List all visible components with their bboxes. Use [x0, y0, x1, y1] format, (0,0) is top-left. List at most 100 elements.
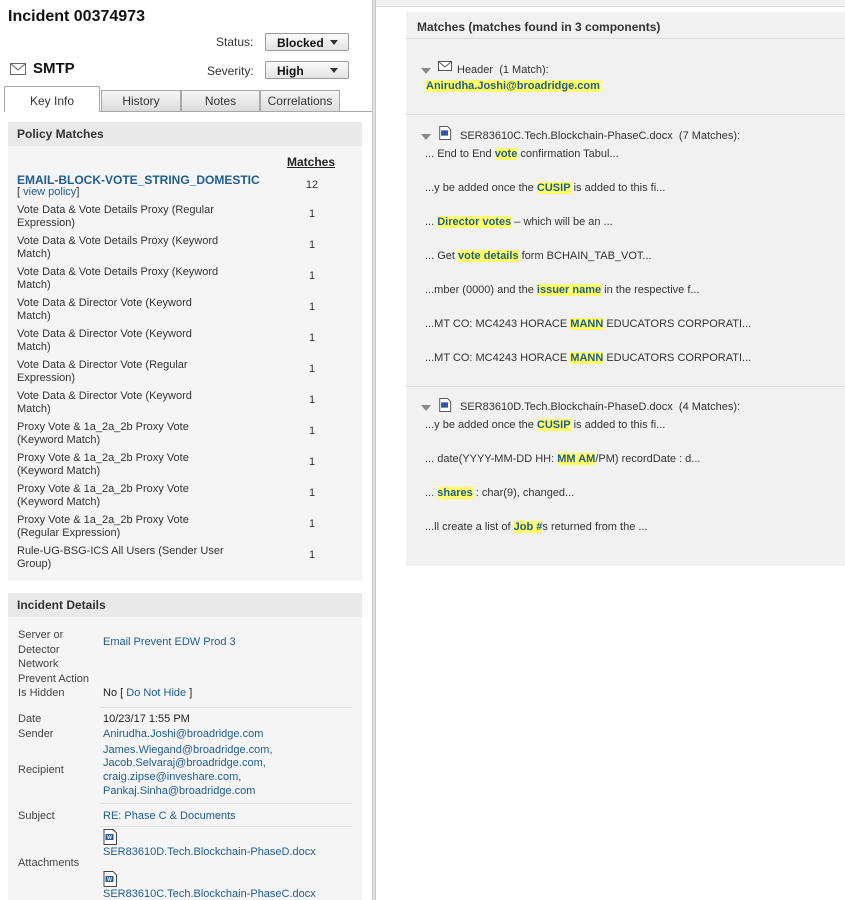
file-d-component-label: SER83610D.Tech.Blockchain-PhaseD.docx (4…: [460, 401, 741, 413]
sender-link[interactable]: Anirudha.Joshi@broadridge.com: [103, 728, 263, 742]
subject-link[interactable]: RE: Phase C & Documents: [103, 810, 236, 824]
match-snippet: ... date(YYYY-MM-DD HH: MM AM/PM) record…: [425, 453, 701, 465]
rule-name: Vote Data & Director Vote (Keyword Match…: [17, 328, 192, 353]
policy-total-count: 12: [305, 179, 319, 191]
file-c-component-label: SER83610C.Tech.Blockchain-PhaseC.docx (7…: [460, 130, 741, 142]
tab-notes[interactable]: Notes: [181, 90, 260, 111]
highlighted-match: vote details: [458, 250, 519, 262]
severity-dropdown[interactable]: High: [265, 61, 349, 79]
status-dropdown[interactable]: Blocked: [265, 33, 349, 51]
match-snippet: ... shares : char(9), changed...: [425, 487, 575, 499]
header-match-value: Anirudha.Joshi@broadridge.com: [425, 80, 601, 92]
match-snippet: ...y be added once the CUSIP is added to…: [425, 182, 666, 194]
do-not-hide-link[interactable]: Do Not Hide: [126, 687, 186, 699]
word-document-icon: W: [103, 871, 117, 887]
policy-name-link[interactable]: EMAIL-BLOCK-VOTE_STRING_DOMESTIC: [17, 173, 260, 187]
word-document-icon: [439, 398, 452, 412]
status-value: Blocked: [277, 36, 324, 50]
prevent-action-label: Network Prevent Action: [18, 658, 89, 685]
page-title: Incident 00374973: [8, 8, 145, 25]
panel-splitter[interactable]: [372, 0, 376, 900]
rule-match-count: 1: [308, 394, 316, 406]
collapse-toggle-icon[interactable]: [421, 68, 431, 74]
matches-column-header: Matches: [287, 155, 336, 169]
status-label: Status:: [216, 35, 254, 49]
rule-name: Rule-UG-BSG-ICS All Users (Sender User G…: [17, 545, 224, 570]
highlighted-match: MANN: [570, 352, 604, 364]
match-snippet: ... Director votes – which will be an ..…: [425, 216, 613, 228]
match-snippet: ...mber (0000) and the issuer name in th…: [425, 284, 700, 296]
envelope-icon: [10, 63, 26, 75]
rule-name: Proxy Vote & 1a_2a_2b Proxy Vote (Keywor…: [17, 452, 189, 477]
rule-name: Vote Data & Director Vote (Keyword Match…: [17, 297, 192, 322]
incident-panel: Incident 00374973 SMTP Status: Blocked S…: [0, 0, 372, 900]
tab-history[interactable]: History: [101, 90, 181, 111]
rule-match-count: 1: [308, 487, 316, 499]
match-snippet: ... End to End vote confirmation Tabul..…: [425, 148, 619, 160]
highlighted-match: vote: [494, 148, 518, 160]
collapse-toggle-icon[interactable]: [421, 134, 431, 140]
match-snippet: ...ll create a list of Job #s returned f…: [425, 521, 648, 533]
tab-key-info[interactable]: Key Info: [4, 86, 100, 112]
rule-match-count: 1: [308, 363, 316, 375]
highlighted-match: Director votes: [437, 216, 512, 228]
attachment-link[interactable]: SER83610C.Tech.Blockchain-PhaseC.docx: [103, 888, 316, 900]
recipient-label: Recipient: [18, 764, 64, 776]
channel-label: SMTP: [33, 60, 75, 77]
match-snippet: ...y be added once the CUSIP is added to…: [425, 419, 666, 431]
highlighted-match: CUSIP: [536, 182, 571, 194]
recipient-link[interactable]: Pankaj.Sinha@broadridge.com: [103, 785, 255, 799]
rule-name: Vote Data & Vote Details Proxy (Keyword …: [17, 266, 219, 291]
attachment-link[interactable]: SER83610D.Tech.Blockchain-PhaseD.docx: [103, 846, 316, 860]
rule-name: Vote Data & Director Vote (Keyword Match…: [17, 390, 192, 415]
server-label: Server or Detector: [18, 629, 64, 656]
severity-value: High: [277, 64, 304, 78]
date-label: Date: [18, 713, 42, 725]
match-snippet: ... Get vote details form BCHAIN_TAB_VOT…: [425, 250, 652, 262]
matches-panel-title: Matches (matches found in 3 components): [417, 20, 661, 34]
rule-match-count: 1: [308, 239, 316, 251]
chevron-down-icon: [330, 40, 338, 45]
highlighted-match: Job #: [513, 521, 543, 533]
tab-correlations[interactable]: Correlations: [260, 90, 340, 111]
date-value: 10/23/17 1:55 PM: [103, 713, 190, 725]
rule-name: Vote Data & Director Vote (Regular Expre…: [17, 359, 188, 384]
envelope-icon: [438, 61, 452, 71]
highlighted-match: MANN: [570, 318, 604, 330]
server-value-link[interactable]: Email Prevent EDW Prod 3: [103, 636, 236, 650]
incident-details-heading: Incident Details: [8, 593, 362, 617]
word-document-icon: [439, 126, 452, 140]
svg-text:W: W: [107, 877, 112, 883]
subject-label: Subject: [18, 810, 55, 822]
top-strip: [376, 0, 845, 7]
sender-label: Sender: [18, 728, 54, 740]
highlighted-match: shares: [437, 487, 473, 499]
hidden-value: No [ Do Not Hide ]: [103, 687, 193, 699]
severity-label: Severity:: [207, 64, 254, 78]
rule-name: Vote Data & Vote Details Proxy (Keyword …: [17, 235, 219, 260]
recipient-link[interactable]: Jacob.Selvaraj@broadridge.com,: [103, 757, 266, 771]
hidden-label: Is Hidden: [18, 687, 65, 699]
tab-bar: Key Info History Notes Correlations: [4, 86, 372, 112]
word-document-icon: W: [103, 829, 117, 845]
match-snippet: ...MT CO: MC4243 HORACE MANN EDUCATORS C…: [425, 352, 752, 364]
chevron-down-icon: [330, 68, 338, 73]
highlighted-match: CUSIP: [536, 419, 571, 431]
collapse-toggle-icon[interactable]: [421, 405, 431, 411]
view-policy-link[interactable]: view policy: [23, 186, 76, 198]
rule-match-count: 1: [308, 425, 316, 437]
recipient-link[interactable]: James.Wiegand@broadridge.com,: [103, 744, 273, 758]
rule-name: Vote Data & Vote Details Proxy (Regular …: [17, 204, 214, 229]
rule-match-count: 1: [308, 208, 316, 220]
rule-match-count: 1: [308, 456, 316, 468]
highlighted-match: MM AM: [557, 453, 596, 465]
rule-match-count: 1: [308, 549, 316, 561]
rule-name: Proxy Vote & 1a_2a_2b Proxy Vote (Keywor…: [17, 483, 189, 508]
recipient-link[interactable]: craig.zipse@inveshare.com,: [103, 771, 241, 785]
match-snippet: ...MT CO: MC4243 HORACE MANN EDUCATORS C…: [425, 318, 752, 330]
rule-match-count: 1: [308, 270, 316, 282]
rule-match-count: 1: [308, 332, 316, 344]
view-policy: [ view policy]: [17, 186, 80, 198]
header-component-label: Header (1 Match):: [457, 64, 549, 76]
svg-text:W: W: [107, 835, 112, 841]
